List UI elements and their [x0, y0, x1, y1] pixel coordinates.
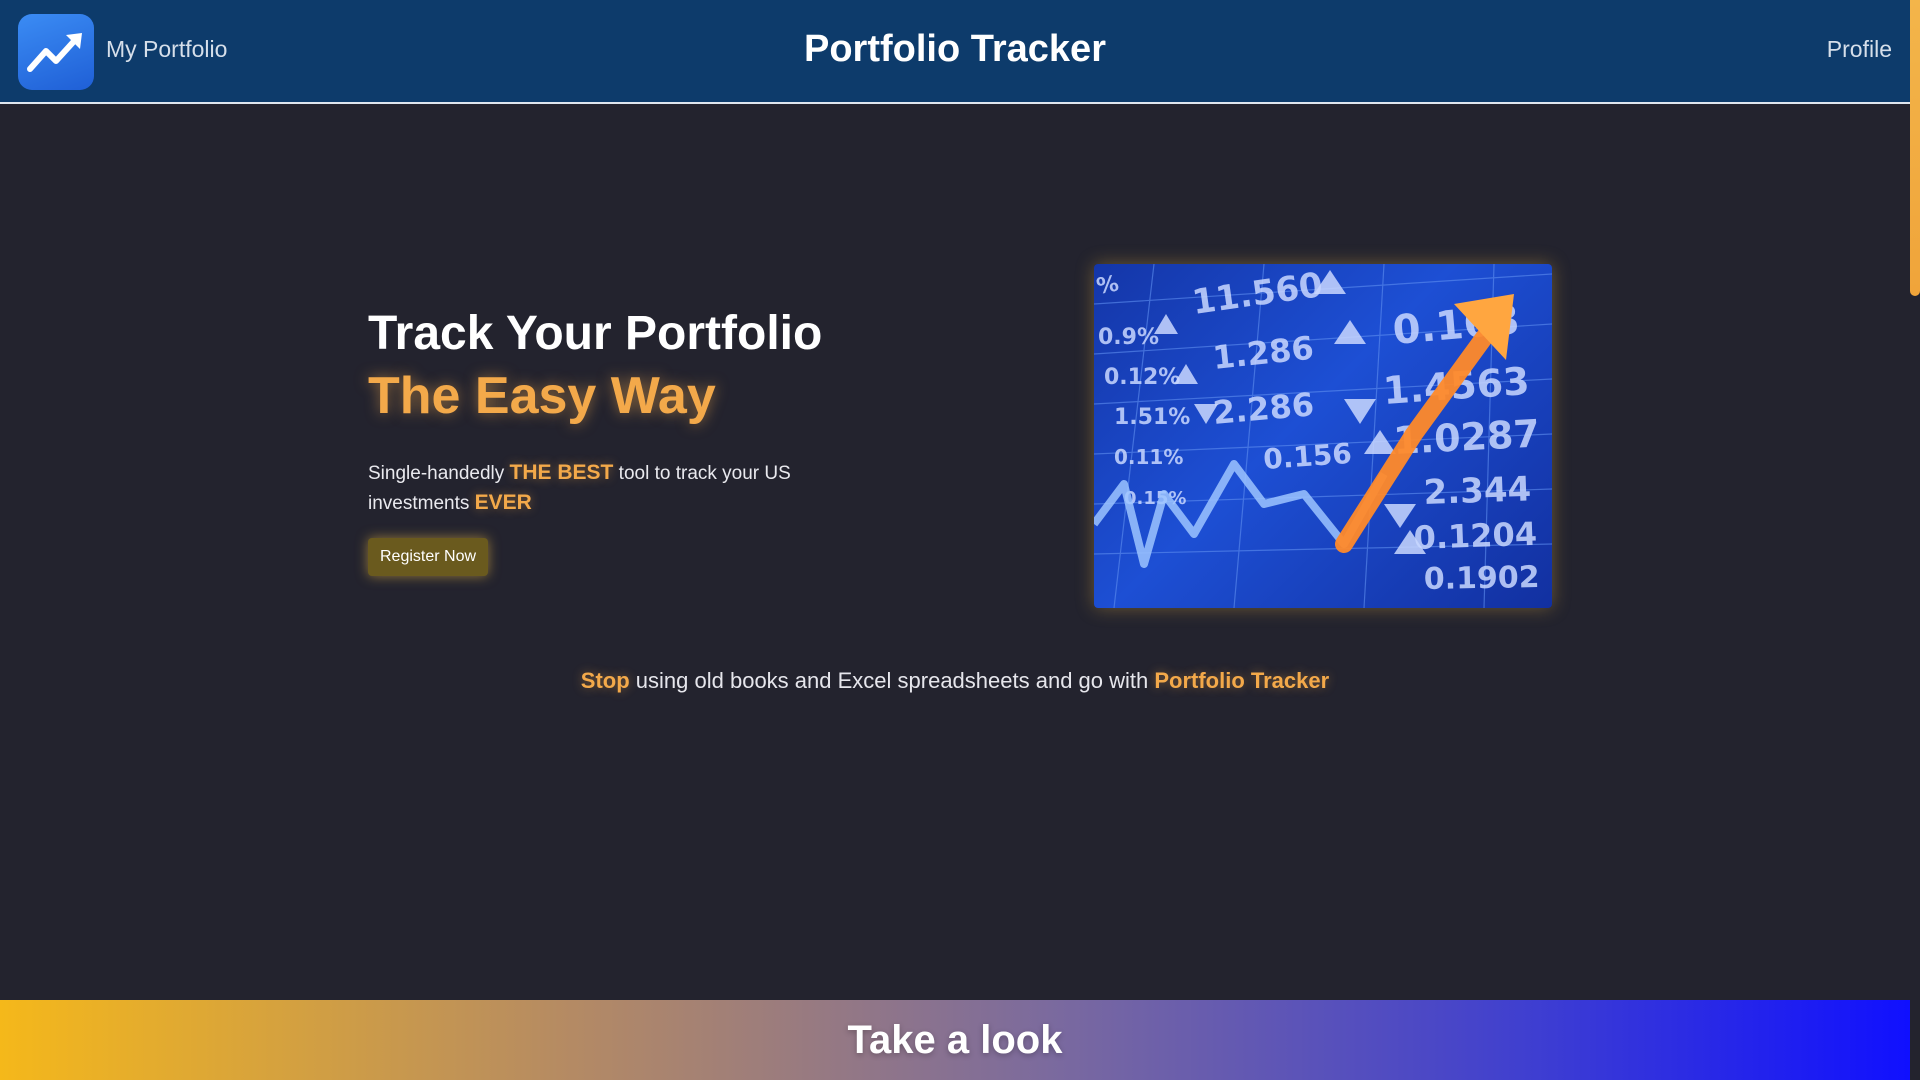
- banner-title: Take a look: [847, 1017, 1063, 1062]
- stock-market-chart-image: 11.560 1.286 2.286 0.156 0.168 1.4563 1.…: [1094, 264, 1552, 608]
- hero-title: Track Your Portfolio: [368, 307, 823, 360]
- hero-desc-highlight-best: THE BEST: [509, 461, 614, 484]
- tagline-highlight-brand: Portfolio Tracker: [1154, 668, 1330, 693]
- profile-link[interactable]: Profile: [1827, 36, 1892, 63]
- svg-text:0.11%: 0.11%: [1114, 445, 1183, 469]
- svg-text:0.156: 0.156: [1262, 437, 1353, 476]
- svg-text:%: %: [1095, 271, 1121, 299]
- svg-text:1.51%: 1.51%: [1114, 405, 1190, 430]
- hero-desc-highlight-ever: EVER: [474, 491, 532, 514]
- tagline-highlight-stop: Stop: [580, 668, 630, 693]
- svg-text:0.9%: 0.9%: [1098, 325, 1159, 350]
- svg-text:11.560: 11.560: [1190, 265, 1325, 323]
- svg-text:0.1902: 0.1902: [1424, 560, 1540, 597]
- vertical-scrollbar[interactable]: [1910, 0, 1920, 1080]
- hero-section: Track Your Portfolio The Easy Way Single…: [368, 304, 848, 576]
- hero-description: Single-handedly THE BEST tool to track y…: [368, 458, 828, 518]
- scrollbar-thumb[interactable]: [1910, 0, 1920, 296]
- hero-desc-text-1: Single-handedly: [368, 463, 510, 484]
- tagline-text: using old books and Excel spreadsheets a…: [629, 668, 1155, 693]
- page: My Portfolio Portfolio Tracker Profile T…: [0, 0, 1920, 1080]
- svg-text:0.12%: 0.12%: [1104, 365, 1180, 390]
- svg-text:0.1204: 0.1204: [1413, 515, 1538, 557]
- page-title: Portfolio Tracker: [804, 28, 1106, 70]
- svg-text:2.344: 2.344: [1423, 469, 1532, 513]
- register-now-button[interactable]: Register Now: [368, 538, 489, 576]
- top-navbar: My Portfolio Portfolio Tracker Profile: [0, 0, 1910, 104]
- svg-text:1.286: 1.286: [1211, 329, 1316, 377]
- hero-accent-title: The Easy Way: [368, 367, 716, 425]
- tagline: Stop using old books and Excel spreadshe…: [0, 668, 1910, 694]
- svg-text:2.286: 2.286: [1211, 385, 1315, 432]
- take-a-look-banner: Take a look: [0, 1000, 1910, 1080]
